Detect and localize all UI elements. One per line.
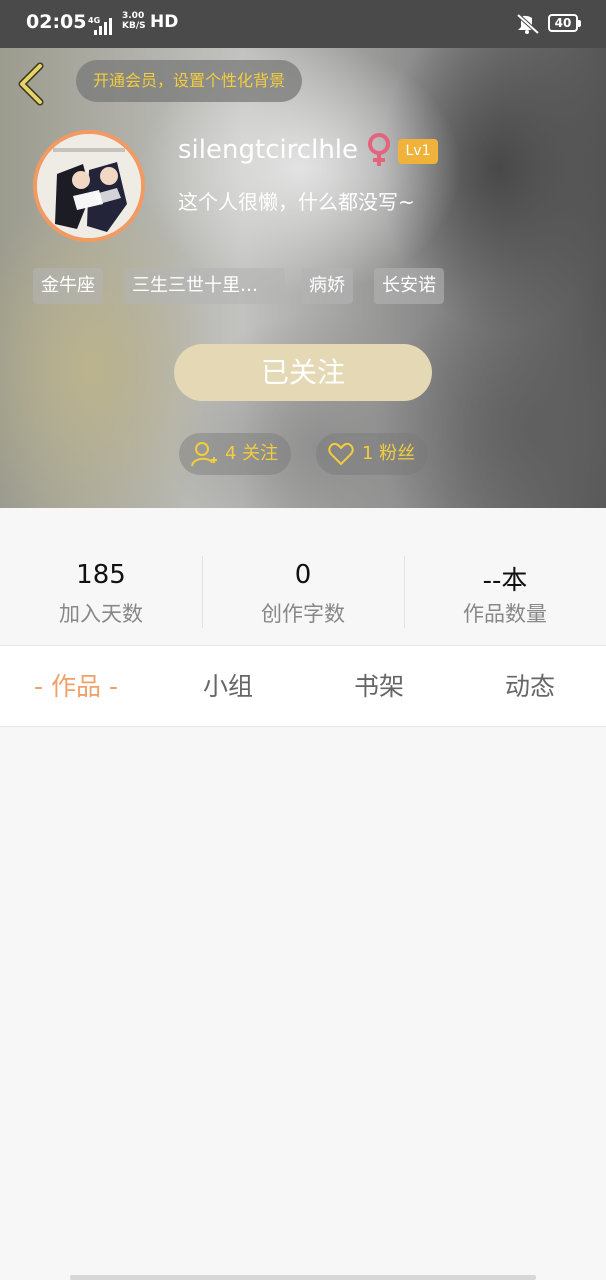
mute-icon [516,13,540,35]
stat-value: --本 [482,566,528,596]
followed-button[interactable]: 已关注 [174,344,432,401]
following-label: 4 关注 [225,443,279,464]
scrollbar[interactable] [70,1275,536,1280]
heart-icon [328,442,354,466]
add-user-icon [191,442,217,467]
vip-background-prompt[interactable]: 开通会员，设置个性化背景 [76,60,303,102]
following-count[interactable]: 4 关注 [179,433,291,475]
stat-label: 作品数量 [463,602,547,626]
user-stats: 185 加入天数 0 创作字数 --本 作品数量 [0,508,606,645]
tab-bookshelf[interactable]: 书架 [303,646,455,728]
works-content-area [0,727,606,1280]
avatar-image [37,134,141,238]
battery-indicator: 40 [548,14,581,32]
stat-join-days: 185 加入天数 [0,508,202,645]
tag-item: 三生三世十里… [124,268,285,304]
profile-header: 开通会员，设置个性化背景 silengtcirclhle Lv1 这个人很懒，什… [0,48,606,508]
back-arrow-icon[interactable] [12,62,52,106]
stat-label: 加入天数 [59,602,143,626]
stat-value: 185 [76,560,126,590]
status-time: 02:05 [26,11,87,33]
tag-item: 金牛座 [33,268,103,304]
network-speed: 3.00 KB/S [122,11,146,31]
status-bar: 02:05 4G 3.00 KB/S HD 40 [0,0,606,48]
signal-icon: 4G [88,16,112,35]
stat-works-count: --本 作品数量 [404,508,606,645]
level-badge: Lv1 [398,139,438,164]
avatar[interactable] [33,130,145,242]
tab-groups[interactable]: 小组 [152,646,304,728]
profile-tabs: - 作品 - 小组 书架 动态 [0,645,606,727]
stat-label: 创作字数 [261,602,345,626]
tab-works[interactable]: - 作品 - [0,646,152,728]
hd-indicator: HD [150,12,179,32]
female-gender-icon [368,133,390,166]
svg-text:4G: 4G [88,16,100,25]
username: silengtcirclhle [178,135,359,165]
speed-value: 3.00 [122,11,145,21]
tab-activity[interactable]: 动态 [454,646,606,728]
stat-word-count: 0 创作字数 [202,508,404,645]
tag-item: 病娇 [301,268,353,304]
stat-value: 0 [294,560,312,590]
fans-label: 1 粉丝 [362,443,416,464]
fans-count[interactable]: 1 粉丝 [316,433,428,475]
user-bio: 这个人很懒，什么都没写~ [178,190,415,214]
speed-unit: KB/S [122,21,146,31]
tag-item: 长安诺 [374,268,444,304]
